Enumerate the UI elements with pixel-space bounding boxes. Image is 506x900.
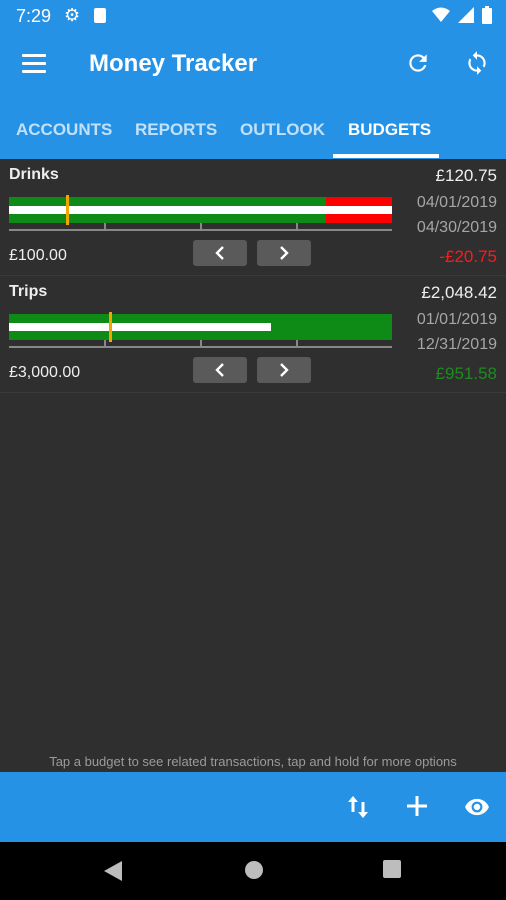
prev-period-button[interactable] [193, 357, 247, 383]
status-time: 7:29 [16, 6, 52, 26]
budget-name: Drinks [9, 166, 59, 183]
tab-reports[interactable]: REPORTS [135, 120, 217, 140]
eye-icon[interactable] [462, 794, 492, 820]
tab-accounts[interactable]: ACCOUNTS [16, 120, 112, 140]
hint-text: Tap a budget to see related transactions… [49, 754, 457, 769]
budget-item-drinks[interactable]: Drinks £120.75 04/01/2019 04/30/2019 £10… [0, 159, 506, 276]
chevron-right-icon [280, 363, 289, 377]
tab-bar: ACCOUNTS REPORTS OUTLOOK BUDGETS [0, 100, 506, 159]
prev-period-button[interactable] [193, 240, 247, 266]
budget-total: £2,048.42 [421, 283, 497, 302]
wifi-icon [432, 7, 450, 22]
chevron-left-icon [215, 246, 224, 260]
tab-budgets[interactable]: BUDGETS [348, 120, 431, 140]
app-bar: Money Tracker [0, 32, 506, 100]
recents-icon[interactable] [382, 859, 402, 879]
tab-outlook[interactable]: OUTLOOK [240, 120, 325, 140]
budget-end-date: 04/30/2019 [416, 219, 497, 236]
battery-icon [482, 6, 492, 24]
chevron-right-icon [280, 246, 289, 260]
budget-total: £120.75 [435, 166, 497, 185]
chevron-left-icon [215, 363, 224, 377]
status-right-icons [432, 6, 492, 24]
budget-name: Trips [9, 283, 48, 300]
budget-difference: -£20.75 [439, 247, 497, 266]
budget-progress-bar [9, 195, 392, 225]
status-bar: 7:29 ⚙ [0, 0, 506, 32]
spent-fill [9, 323, 271, 331]
add-icon[interactable] [405, 794, 429, 818]
budget-end-date: 12/31/2019 [416, 336, 497, 353]
refresh-icon[interactable] [405, 50, 431, 76]
sd-card-icon [94, 8, 106, 23]
next-period-button[interactable] [257, 357, 311, 383]
budget-start-date: 04/01/2019 [416, 194, 497, 211]
gear-icon: ⚙ [64, 5, 81, 25]
progress-axis [9, 229, 392, 231]
budget-item-trips[interactable]: Trips £2,048.42 01/01/2019 12/31/2019 £3… [0, 276, 506, 393]
budget-limit: £3,000.00 [9, 364, 81, 381]
time-marker [108, 312, 112, 342]
system-navigation-bar [0, 842, 506, 900]
signal-icon [458, 7, 474, 23]
next-period-button[interactable] [257, 240, 311, 266]
app-title: Money Tracker [89, 50, 258, 77]
back-icon[interactable] [102, 859, 124, 883]
budget-start-date: 01/01/2019 [416, 311, 497, 328]
sync-icon[interactable] [464, 50, 490, 76]
budget-limit: £100.00 [9, 247, 67, 264]
budget-progress-bar [9, 312, 392, 342]
budget-difference: £951.58 [435, 364, 497, 383]
tab-indicator [333, 154, 439, 158]
progress-axis [9, 346, 392, 348]
home-icon[interactable] [243, 859, 265, 881]
time-marker [66, 195, 70, 225]
sort-icon[interactable] [346, 794, 370, 820]
menu-icon[interactable] [22, 54, 46, 78]
bottom-action-bar [0, 772, 506, 842]
